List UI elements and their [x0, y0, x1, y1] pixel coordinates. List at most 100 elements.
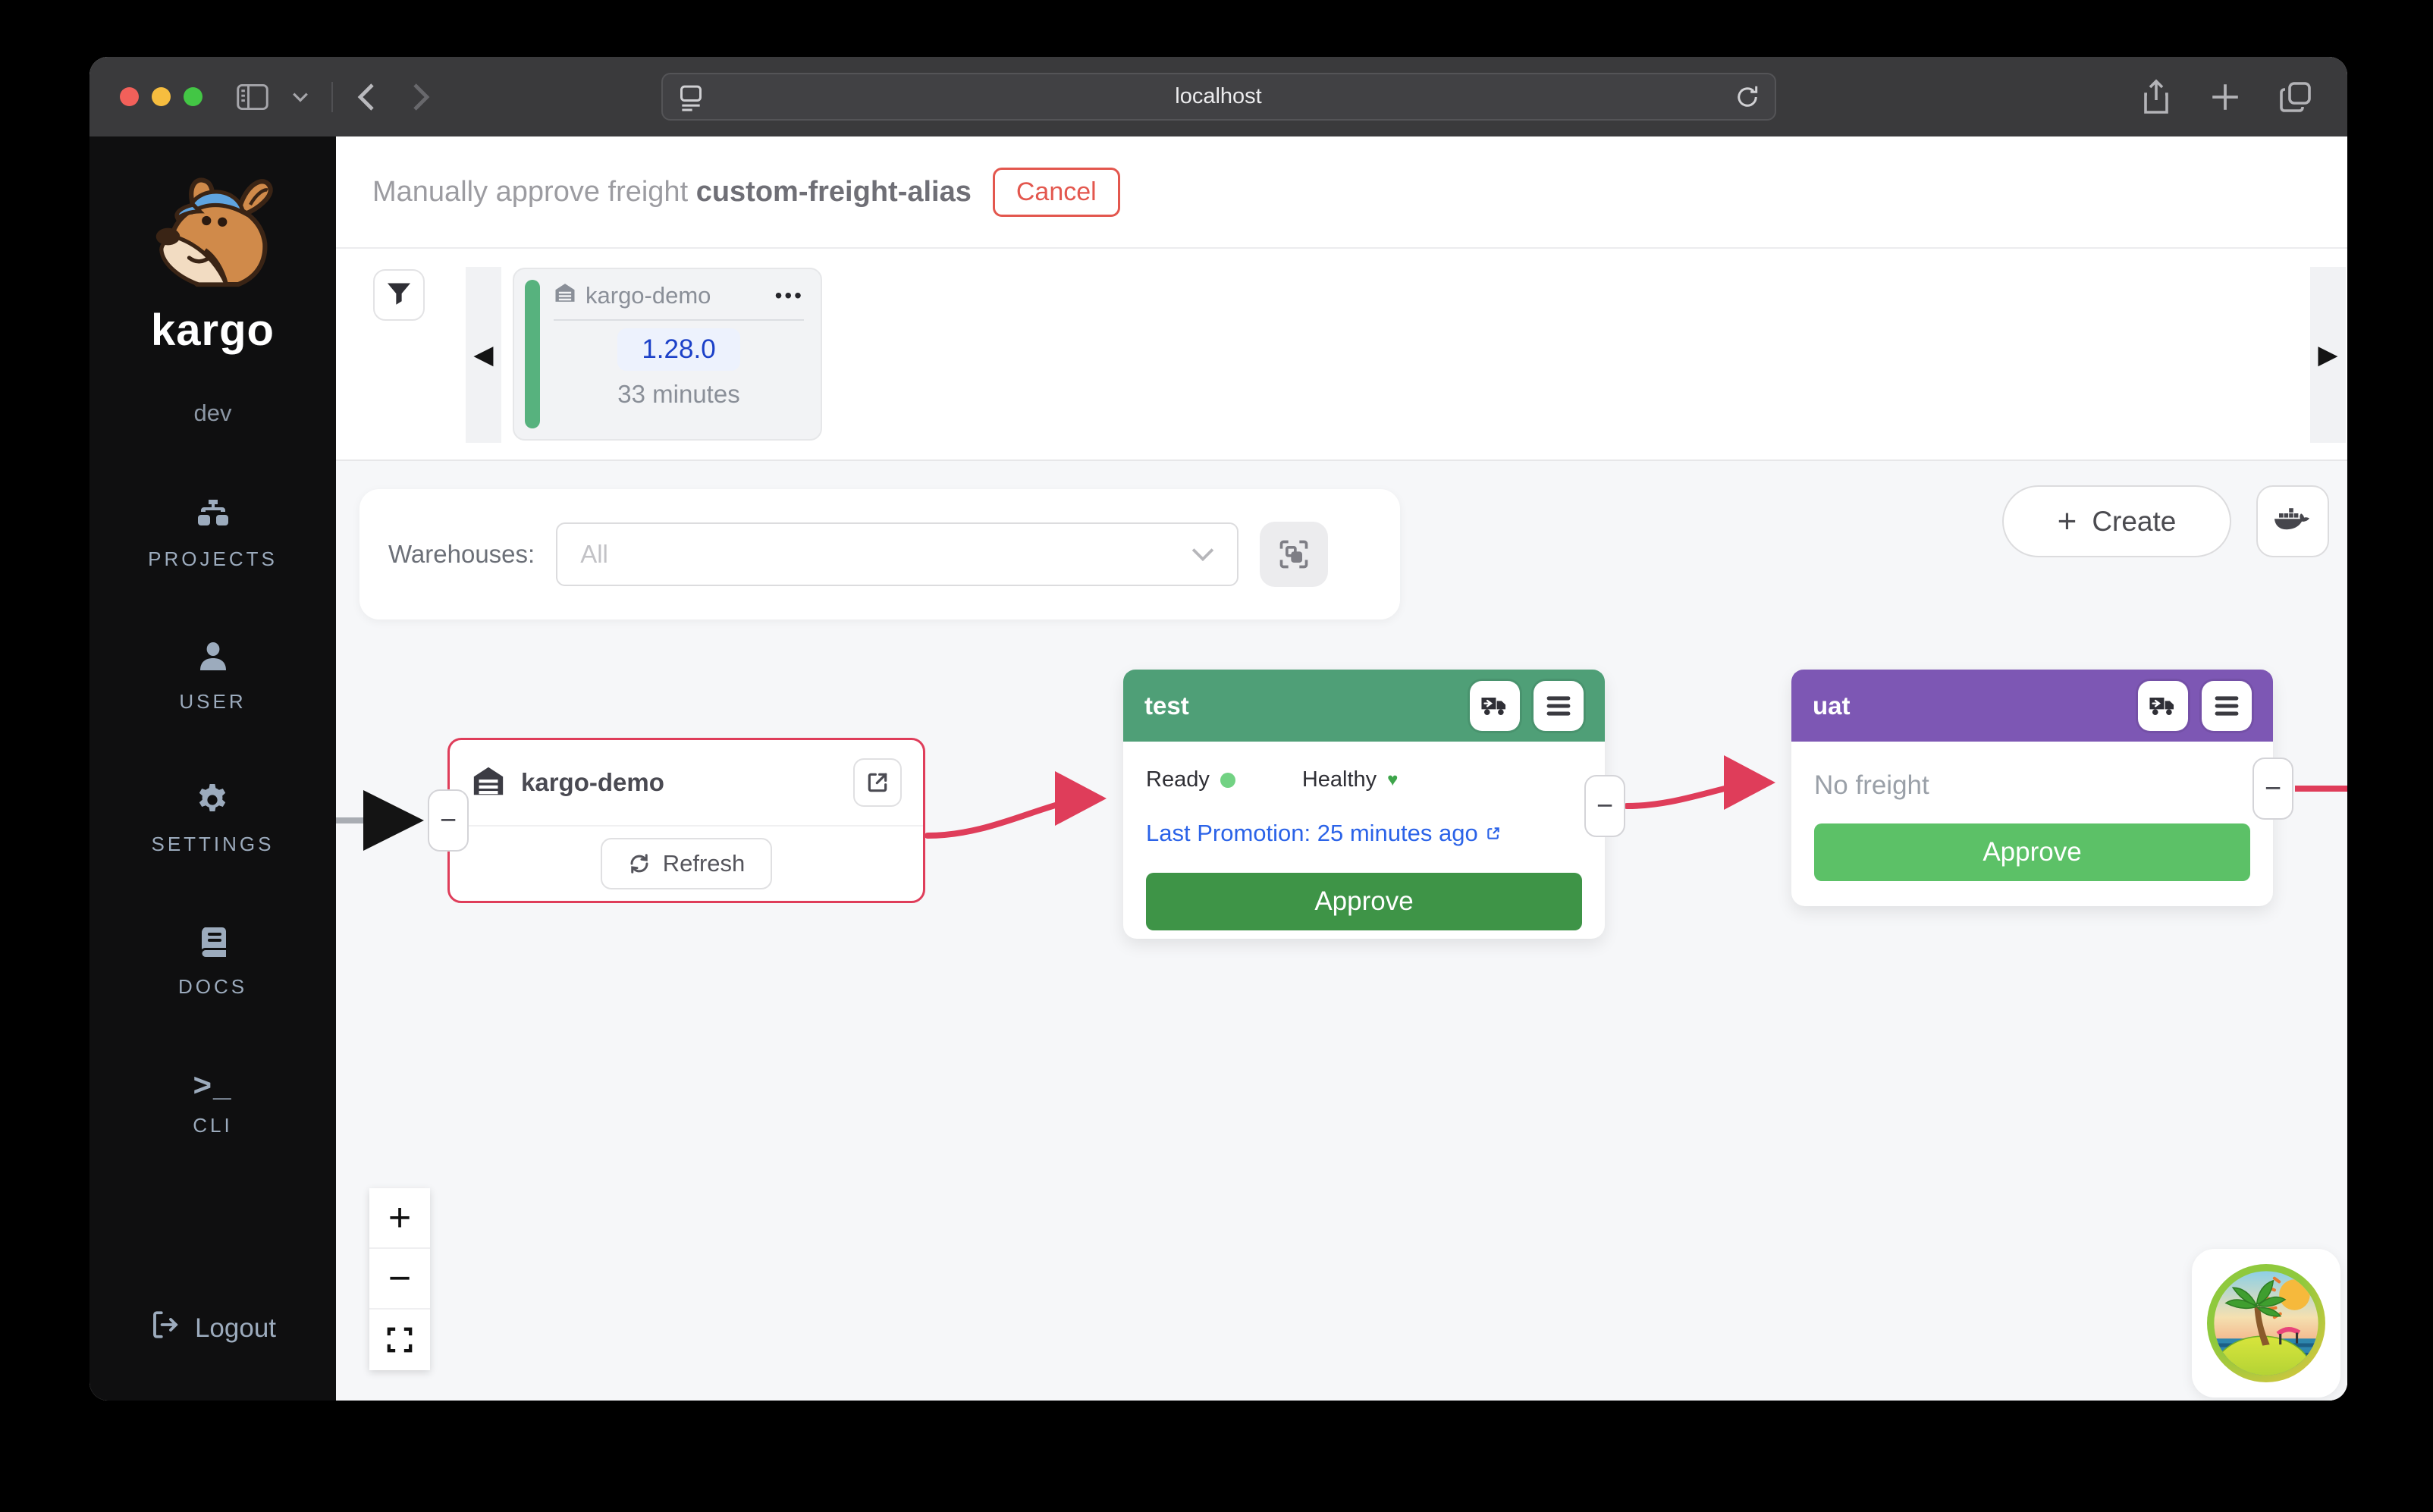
sidebar-item-label: SETTINGS: [151, 833, 274, 856]
freight-alias: custom-freight-alias: [696, 176, 972, 208]
forward-icon[interactable]: [412, 82, 432, 112]
fit-view-button[interactable]: [369, 1310, 430, 1370]
sidebar: kargo dev PROJECTS: [89, 136, 336, 1401]
zoom-out-button[interactable]: −: [369, 1249, 430, 1310]
menu-icon: [2214, 695, 2240, 717]
page-icon[interactable]: [678, 83, 704, 120]
scroll-right-icon: ▶: [2318, 340, 2337, 370]
warehouse-icon: [554, 281, 576, 310]
freight-version-tag[interactable]: 1.28.0: [617, 328, 739, 371]
ready-status-dot: [1220, 773, 1235, 788]
gear-icon: [194, 782, 231, 822]
warehouse-node-kargo-demo[interactable]: kargo-demo: [447, 738, 925, 903]
no-freight-label: No freight: [1814, 770, 2250, 801]
freight-status-bar: [525, 280, 540, 428]
stage-node-uat[interactable]: uat: [1791, 670, 2273, 906]
timeline-scroll-right[interactable]: ▶: [2310, 267, 2346, 443]
stage-header: test: [1123, 670, 1605, 742]
projects-icon: [195, 497, 231, 537]
island-card[interactable]: [2192, 1249, 2340, 1398]
menu-icon: [1546, 695, 1571, 717]
back-icon[interactable]: [356, 82, 375, 112]
stage-node-test[interactable]: test: [1123, 670, 1605, 939]
freight-age: 33 minutes: [617, 380, 739, 409]
collapse-handle-warehouse[interactable]: −: [428, 789, 469, 852]
docker-images-button[interactable]: [2256, 485, 2329, 557]
minimize-window-button[interactable]: [152, 87, 171, 106]
terminal-icon: >_: [193, 1067, 233, 1103]
collapse-handle-test[interactable]: −: [1584, 775, 1625, 837]
cancel-button[interactable]: Cancel: [993, 168, 1120, 217]
ready-label: Ready: [1146, 767, 1210, 792]
refresh-label: Refresh: [663, 850, 746, 877]
warehouses-select[interactable]: All: [556, 522, 1238, 586]
freight-card[interactable]: kargo-demo ••• 1.28.0 33 minutes: [513, 268, 822, 441]
new-tab-icon[interactable]: [2209, 81, 2241, 113]
sidebar-item-label: PROJECTS: [148, 547, 278, 571]
sidebar-item-label: DOCS: [178, 975, 247, 999]
chevron-down-icon: [1191, 547, 1214, 562]
address-bar[interactable]: localhost: [661, 73, 1776, 121]
sidebar-item-label: USER: [179, 690, 246, 714]
env-label: dev: [194, 400, 232, 427]
truck-icon: [2149, 695, 2177, 717]
last-promotion-link[interactable]: Last Promotion: 25 minutes ago: [1146, 820, 1582, 847]
sidebar-item-user[interactable]: USER: [179, 639, 246, 714]
browser-titlebar: localhost: [89, 57, 2347, 136]
sidebar-toggle-icon[interactable]: [236, 83, 269, 111]
sidebar-item-settings[interactable]: SETTINGS: [151, 782, 274, 856]
sidebar-item-label: CLI: [193, 1114, 232, 1137]
island-logo: [2207, 1264, 2325, 1382]
warehouse-node-title: kargo-demo: [521, 768, 664, 797]
logout-icon: [149, 1309, 181, 1347]
main-content: Manually approve freight custom-freight-…: [336, 136, 2347, 1401]
stage-name: uat: [1813, 692, 2124, 720]
warehouses-label: Warehouses:: [388, 540, 535, 569]
page-title: Manually approve freight custom-freight-…: [372, 176, 972, 209]
stage-menu-button[interactable]: [2202, 681, 2252, 731]
stage-header: uat: [1791, 670, 2273, 742]
kargo-logo: [133, 173, 293, 309]
freight-menu-button[interactable]: •••: [775, 284, 804, 308]
promote-button[interactable]: [1470, 681, 1520, 731]
sidebar-item-projects[interactable]: PROJECTS: [148, 497, 278, 571]
logout-button[interactable]: Logout: [149, 1309, 276, 1347]
book-icon: [195, 924, 231, 965]
promote-button[interactable]: [2138, 681, 2188, 731]
sidebar-nav: PROJECTS USER: [148, 497, 278, 1137]
freight-warehouse-name: kargo-demo: [585, 282, 711, 309]
chevron-down-icon[interactable]: [292, 92, 309, 102]
stage-menu-button[interactable]: [1534, 681, 1584, 731]
user-icon: [195, 639, 231, 679]
reload-icon[interactable]: [1734, 82, 1761, 118]
timeline-scroll-left[interactable]: ◀: [466, 267, 501, 443]
close-window-button[interactable]: [120, 87, 139, 106]
refresh-icon: [628, 852, 651, 875]
tab-overview-icon[interactable]: [2279, 80, 2312, 114]
approve-button-uat[interactable]: Approve: [1814, 823, 2250, 881]
approve-button-test[interactable]: Approve: [1146, 873, 1582, 930]
logout-label: Logout: [195, 1313, 276, 1344]
open-warehouse-button[interactable]: [853, 758, 902, 807]
stage-name: test: [1144, 692, 1456, 720]
collapse-handle-uat[interactable]: −: [2252, 758, 2293, 820]
stage-image-view-button[interactable]: [1260, 522, 1328, 587]
pipeline-canvas[interactable]: Warehouses: All: [336, 461, 2347, 1401]
titlebar-divider: [331, 82, 333, 112]
create-button[interactable]: + Create: [2002, 485, 2231, 557]
url-text: localhost: [1175, 84, 1261, 109]
plus-icon: +: [2058, 505, 2077, 538]
zoom-in-button[interactable]: +: [369, 1188, 430, 1249]
refresh-button[interactable]: Refresh: [601, 838, 773, 889]
zoom-window-button[interactable]: [184, 87, 202, 106]
external-link-icon: [1486, 826, 1501, 841]
warehouse-icon: [471, 764, 506, 802]
share-icon[interactable]: [2141, 79, 2171, 115]
sidebar-item-docs[interactable]: DOCS: [178, 924, 247, 999]
scroll-left-icon: ◀: [473, 340, 493, 370]
healthy-heart-icon: ♥: [1387, 770, 1398, 791]
warehouses-toolbar: Warehouses: All: [359, 489, 1400, 620]
filter-button[interactable]: [373, 269, 425, 321]
sidebar-item-cli[interactable]: >_ CLI: [193, 1067, 232, 1137]
create-label: Create: [2092, 506, 2176, 538]
